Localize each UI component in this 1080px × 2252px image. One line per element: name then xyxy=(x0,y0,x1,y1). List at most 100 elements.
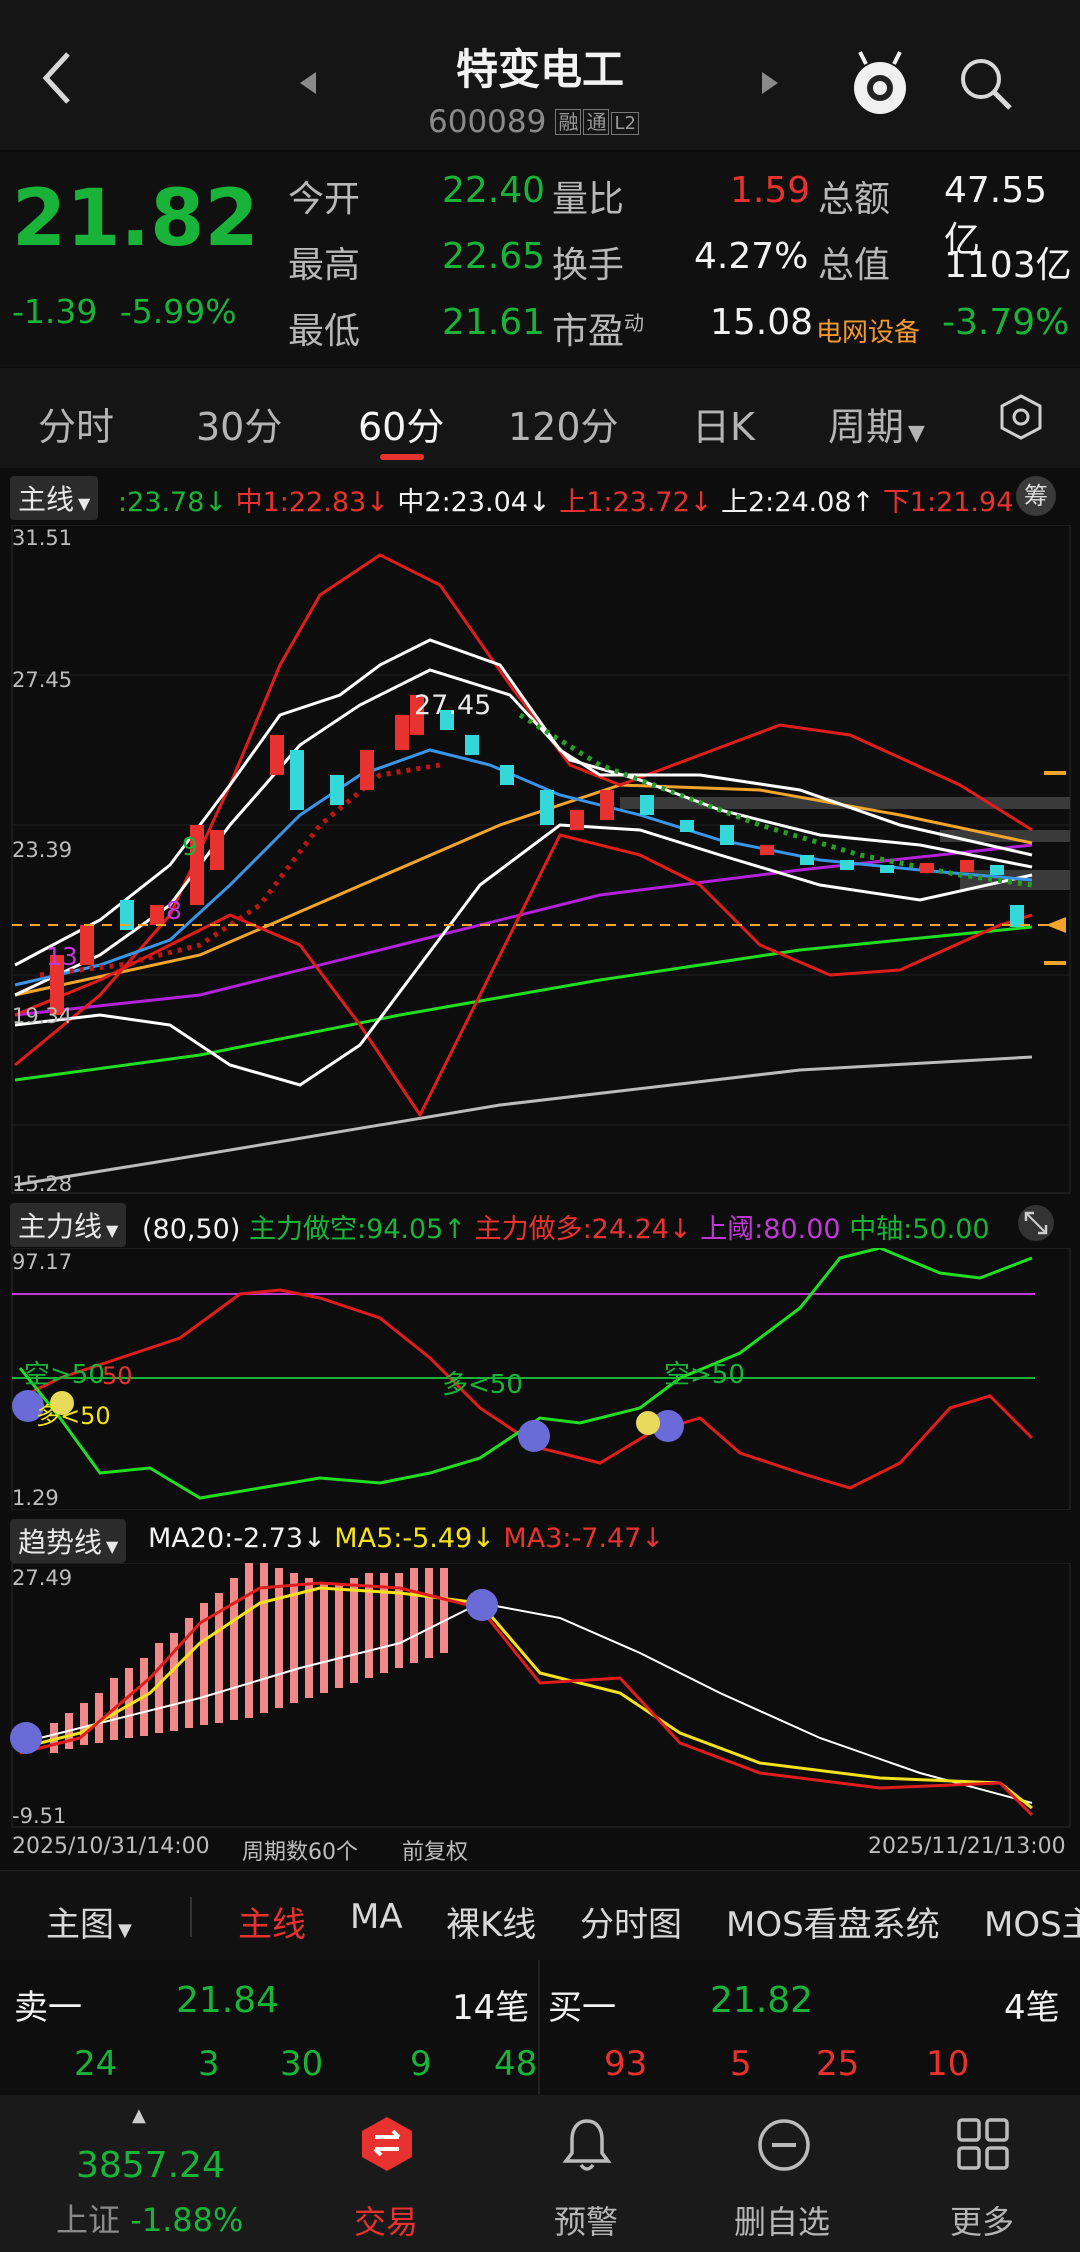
settings-hex-icon[interactable] xyxy=(996,392,1046,442)
tool-timeshare[interactable]: 分时图 xyxy=(580,1897,682,1946)
tab-60min[interactable]: 60分 xyxy=(358,396,444,451)
change-value: -1.39 xyxy=(12,292,98,331)
back-icon[interactable] xyxy=(38,48,78,108)
indicator2-selector[interactable]: 趋势线 ▼ xyxy=(10,1519,127,1563)
main-y-tick-3: 19.34 xyxy=(12,1004,73,1028)
legend-upper: 上阈:80.00 xyxy=(700,1214,841,1245)
chart-tools-bar: 主图 ▼ 主线 MA 裸K线 分时图 MOS看盘系统 MOS主 xyxy=(0,1870,1080,1966)
prev-stock-icon[interactable] xyxy=(298,70,318,100)
indicator1-label: 主力线 xyxy=(18,1210,103,1243)
legend-long: 主力做多:24.24↓ xyxy=(474,1214,692,1245)
tool-mos-main[interactable]: MOS主 xyxy=(984,1897,1080,1946)
next-stock-icon[interactable] xyxy=(760,70,780,100)
bell-icon xyxy=(562,2119,612,2171)
search-icon[interactable] xyxy=(956,54,1016,114)
legend-ma20: MA20:-2.73↓ xyxy=(148,1523,326,1554)
more-button[interactable]: 更多 xyxy=(902,2115,1062,2241)
pe-label-sup: 动 xyxy=(624,311,645,335)
turnover-value: 4.27% xyxy=(694,236,809,277)
legend-main: :23.78↓ xyxy=(118,487,228,518)
remove-label: 删自选 xyxy=(733,2203,830,2241)
indicator1-selector[interactable]: 主力线 ▼ xyxy=(10,1203,127,1247)
active-tab-indicator xyxy=(380,454,424,460)
main-y-tick-4: 15.28 xyxy=(12,1172,73,1196)
tab-30min[interactable]: 30分 xyxy=(196,396,282,451)
legend-short: 主力做空:94.05↑ xyxy=(248,1214,466,1245)
quote-panel: 21.82 -1.39 -5.99% 今开 22.40 最高 22.65 最低 … xyxy=(0,152,1080,367)
bottom-nav: ▲ 3857.24 上证 -1.88% 交易 预警 删自选 更多 xyxy=(0,2095,1080,2252)
caret-down-icon: ▼ xyxy=(78,494,91,513)
legend-ma5: MA5:-5.49↓ xyxy=(334,1523,495,1554)
high-label: 最高 xyxy=(288,245,361,286)
money-bag-icon xyxy=(50,1391,660,1435)
sell-vol: 3 xyxy=(198,2044,220,2084)
signal-short-2: 空>50 xyxy=(664,1360,745,1390)
index-name: 上证 xyxy=(56,2201,121,2239)
signal-red-50: 50 xyxy=(102,1362,133,1390)
index-widget[interactable]: ▲ 3857.24 上证 -1.88% xyxy=(40,2105,260,2245)
alert-button[interactable]: 预警 xyxy=(506,2115,666,2241)
pe-label-text: 市盈 xyxy=(552,311,625,352)
legend-ma3: MA3:-7.47↓ xyxy=(503,1523,664,1554)
badge-l2: L2 xyxy=(611,112,639,135)
sell-vol: 24 xyxy=(74,2044,118,2084)
time-start: 2025/10/31/14:00 xyxy=(12,1834,210,1859)
indicator2-y-bottom: -9.51 xyxy=(12,1804,67,1828)
expand-icon[interactable] xyxy=(1018,1205,1054,1241)
buy-vol: 5 xyxy=(730,2044,752,2084)
main-chart-selector[interactable]: 主图 ▼ xyxy=(46,1897,132,1946)
tool-mos-system[interactable]: MOS看盘系统 xyxy=(726,1897,940,1946)
signal-13: 13 xyxy=(46,942,78,971)
main-legend: :23.78↓ 中1:22.83↓ 中2:23.04↓ 上1:23.72↓ 上2… xyxy=(118,480,1036,519)
high-value: 22.65 xyxy=(442,236,546,277)
indicator2-chart[interactable] xyxy=(0,1563,1080,1828)
turnover-label: 换手 xyxy=(552,245,625,286)
indicator1-chart[interactable] xyxy=(0,1248,1080,1510)
sector-change[interactable]: -3.79% xyxy=(942,302,1069,343)
caret-down-icon: ▼ xyxy=(908,421,925,446)
volume-ratio-label: 量比 xyxy=(552,179,625,220)
stock-name: 特变电工 xyxy=(455,45,624,94)
buy-vol: 10 xyxy=(926,2044,970,2084)
main-chart[interactable] xyxy=(0,525,1080,1195)
tab-daily[interactable]: 日K xyxy=(692,396,755,451)
buy1-count: 4笔 xyxy=(1004,1988,1060,2028)
tab-period[interactable]: 周期 ▼ xyxy=(828,396,925,451)
legend-down1: 下1:21.94↓ xyxy=(882,487,1036,518)
legend-mid2: 中2:23.04↓ xyxy=(397,487,551,518)
grid-icon xyxy=(957,2118,1009,2170)
volume-ratio-value: 1.59 xyxy=(730,170,811,211)
tools-divider xyxy=(190,1897,192,1937)
signal-9: 9 xyxy=(182,832,198,861)
mascot-icon[interactable] xyxy=(848,48,912,118)
tool-ma[interactable]: MA xyxy=(350,1897,403,1937)
stock-code: 600089 xyxy=(428,104,547,140)
remove-watchlist-button[interactable]: 删自选 xyxy=(702,2115,862,2241)
sector-name[interactable]: 电网设备 xyxy=(816,312,920,349)
chip-button[interactable]: 筹 xyxy=(1016,476,1056,516)
main-y-tick-1: 27.45 xyxy=(12,668,73,692)
amount-label: 总额 xyxy=(818,179,891,220)
tab-timeshare[interactable]: 分时 xyxy=(38,396,114,451)
sell1-count: 14笔 xyxy=(452,1988,530,2028)
badge-connect: 通 xyxy=(583,109,610,135)
alert-label: 预警 xyxy=(553,2203,618,2241)
stock-code-row: 600089 融通 L2 xyxy=(428,104,639,140)
sell-vol: 9 xyxy=(410,2044,432,2084)
tool-main-line[interactable]: 主线 xyxy=(238,1897,306,1946)
low-label: 最低 xyxy=(288,311,361,352)
order-book: 卖一 21.84 14笔 买一 21.82 4笔 24 3 30 9 48 93… xyxy=(0,1960,1080,2095)
index-change: -1.88% xyxy=(130,2201,244,2239)
signal-long-2: 多<50 xyxy=(36,1402,111,1430)
low-value: 21.61 xyxy=(442,302,546,343)
indicator1-params: (80,50) xyxy=(142,1214,241,1245)
main-indicator-selector[interactable]: 主线 ▼ xyxy=(10,476,99,520)
indicator1-legend: (80,50) 主力做空:94.05↑ 主力做多:24.24↓ 上阈:80.00… xyxy=(142,1207,990,1246)
tool-naked-k[interactable]: 裸K线 xyxy=(446,1897,536,1946)
trade-label: 交易 xyxy=(353,2203,418,2241)
trade-button[interactable]: 交易 xyxy=(306,2115,466,2241)
index-value: 3857.24 xyxy=(76,2145,225,2186)
mktcap-label: 总值 xyxy=(818,245,891,286)
signal-8: 8 xyxy=(166,896,182,925)
tab-120min[interactable]: 120分 xyxy=(508,396,619,451)
